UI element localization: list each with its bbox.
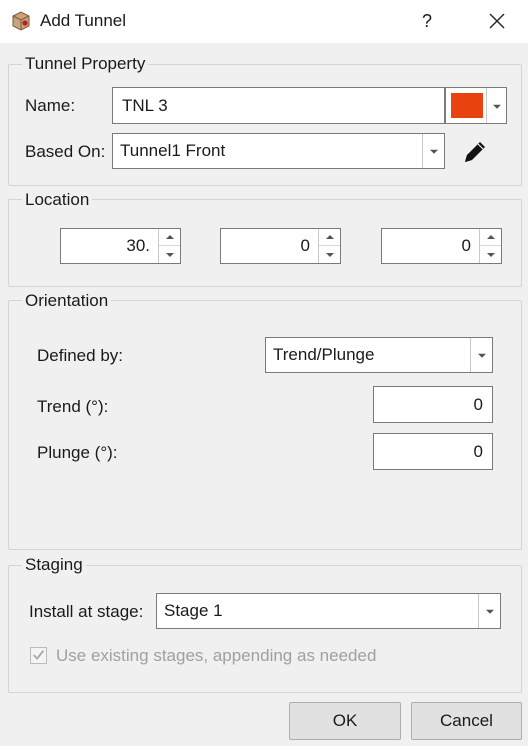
defined-by-dropdown-arrow[interactable]	[470, 338, 492, 372]
install-at-stage-select[interactable]: Stage 1	[156, 593, 501, 629]
help-button[interactable]: ?	[415, 8, 439, 34]
chevron-down-icon	[429, 149, 438, 154]
install-at-stage-value: Stage 1	[164, 601, 223, 620]
cancel-button-label: Cancel	[440, 711, 493, 730]
chevron-down-icon	[486, 252, 495, 257]
tunnel-app-icon	[12, 11, 30, 31]
plunge-input[interactable]: 0	[373, 433, 493, 470]
location-x-decrement[interactable]	[159, 246, 180, 263]
orientation-label: Orientation	[22, 291, 112, 311]
install-at-stage-dropdown-arrow[interactable]	[478, 594, 500, 628]
color-picker[interactable]	[445, 87, 507, 124]
plunge-value: 0	[473, 441, 483, 461]
ok-button[interactable]: OK	[289, 702, 401, 740]
location-z-decrement[interactable]	[480, 246, 501, 263]
ok-button-label: OK	[332, 711, 358, 730]
chevron-up-icon	[486, 235, 495, 239]
cancel-button[interactable]: Cancel	[411, 702, 522, 740]
chevron-down-icon	[485, 609, 494, 614]
location-y-decrement[interactable]	[319, 246, 340, 263]
location-z-value: 0	[461, 236, 471, 255]
chevron-down-icon	[477, 353, 486, 358]
chevron-up-icon	[165, 235, 174, 239]
plunge-label: Plunge (°):	[37, 443, 118, 462]
title-bar: Add Tunnel ?	[0, 0, 528, 43]
color-dropdown-arrow[interactable]	[486, 88, 506, 123]
append-stages-label: Use existing stages, appending as needed	[56, 646, 377, 665]
name-label: Name:	[25, 96, 76, 115]
location-y-value: 0	[300, 236, 310, 255]
tunnel-property-label: Tunnel Property	[22, 54, 149, 74]
trend-label: Trend (°):	[37, 397, 109, 416]
staging-group	[8, 565, 522, 693]
location-y-input[interactable]: 0	[220, 228, 341, 264]
chevron-down-icon	[165, 252, 174, 257]
location-label: Location	[22, 190, 93, 210]
location-x-value: 30.	[126, 236, 150, 255]
chevron-down-icon	[492, 104, 501, 109]
trend-value: 0	[473, 394, 483, 414]
chevron-up-icon	[325, 235, 334, 239]
defined-by-label: Defined by:	[37, 346, 123, 365]
defined-by-select[interactable]: Trend/Plunge	[265, 337, 493, 373]
location-x-input[interactable]: 30.	[60, 228, 181, 264]
based-on-value: Tunnel1 Front	[120, 141, 226, 160]
trend-input[interactable]: 0	[373, 386, 493, 423]
based-on-select[interactable]: Tunnel1 Front	[112, 133, 445, 169]
defined-by-value: Trend/Plunge	[273, 345, 375, 364]
color-swatch	[451, 93, 483, 118]
staging-label: Staging	[22, 555, 86, 575]
name-input[interactable]: TNL 3	[112, 87, 445, 124]
based-on-label: Based On:	[25, 142, 106, 161]
location-y-spinner	[318, 229, 340, 263]
pencil-icon[interactable]	[460, 137, 490, 167]
checkmark-icon	[33, 650, 45, 660]
location-z-increment[interactable]	[480, 229, 501, 246]
install-at-stage-label: Install at stage:	[29, 602, 144, 621]
location-x-spinner	[158, 229, 180, 263]
location-y-increment[interactable]	[319, 229, 340, 246]
location-z-spinner	[479, 229, 501, 263]
close-icon[interactable]	[484, 8, 510, 34]
location-x-increment[interactable]	[159, 229, 180, 246]
location-z-input[interactable]: 0	[381, 228, 502, 264]
append-stages-checkbox[interactable]	[30, 647, 47, 664]
window-title: Add Tunnel	[40, 11, 127, 30]
based-on-dropdown-arrow[interactable]	[422, 134, 444, 168]
name-input-value: TNL 3	[122, 95, 168, 115]
chevron-down-icon	[325, 252, 334, 257]
